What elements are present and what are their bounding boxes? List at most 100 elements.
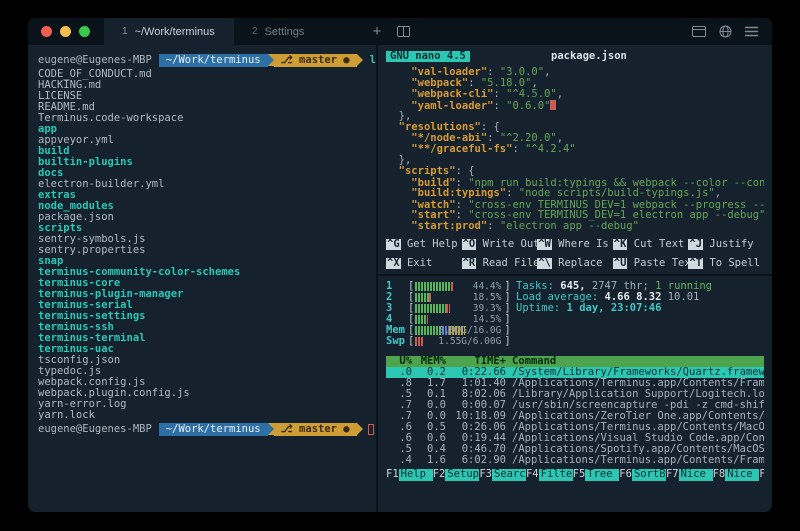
nano-line: "start:prod": "electron app --debug"	[386, 221, 764, 232]
nano-pane[interactable]: GNU nano 4.5 package.json "val-loader": …	[378, 45, 772, 276]
file-entry: package.json	[38, 212, 376, 223]
file-entry: terminus-terminal	[38, 333, 376, 344]
nano-line: "webpack-cli": "^4.5.0",	[386, 89, 764, 100]
process-row: .81.71:01.40/Applications/Terminus.app/C…	[386, 378, 764, 389]
prompt-user: eugene@Eugenes-MBP	[38, 424, 152, 435]
nano-line: "scripts": {	[386, 166, 764, 177]
file-list: CODE_OF_CONDUCT.mdHACKING.mdLICENSEREADM…	[38, 69, 376, 421]
globe-icon[interactable]	[719, 25, 732, 38]
nano-line: "build:typings": "node scripts/build-typ…	[386, 188, 764, 199]
process-row: .60.50:26.06/Applications/Terminus.app/C…	[386, 422, 764, 433]
htop-meter: Swp[1.55G/6.00G]	[386, 336, 764, 347]
file-entry: terminus-serial	[38, 300, 376, 311]
tabbar-right-icons	[692, 18, 772, 45]
nano-shortcut: ^G Get Help	[386, 239, 462, 251]
file-entry: terminus-core	[38, 278, 376, 289]
nano-shortcut: ^J Justify	[688, 239, 764, 251]
file-entry: sentry.properties	[38, 245, 376, 256]
powerline-arrow-icon	[357, 54, 363, 66]
process-row: .50.40:46.70/Applications/Spotify.app/Co…	[386, 444, 764, 455]
shell-pane[interactable]: eugene@Eugenes-MBP ~/Work/terminus ⎇ mas…	[28, 45, 376, 512]
header-mem: MEM%	[412, 356, 446, 367]
file-entry: Terminus.code-workspace	[38, 113, 376, 124]
tab-title: Settings	[265, 26, 305, 38]
prompt-git-segment: ⎇ master ●	[274, 54, 357, 67]
prompt-line: eugene@Eugenes-MBP ~/Work/terminus ⎇ mas…	[38, 422, 376, 436]
htop-meter: Mem[8.90G/16.0G]	[386, 325, 764, 336]
nano-line: },	[386, 155, 764, 166]
file-entry: terminus-community-color-schemes	[38, 267, 376, 278]
nano-header: GNU nano 4.5 package.json	[386, 50, 764, 63]
file-entry: app	[38, 124, 376, 135]
header-cpu: U%	[386, 356, 412, 367]
nano-shortcut: ^O Write Out	[462, 239, 538, 251]
nano-shortcut: ^\ Replace	[537, 258, 613, 270]
htop-fkeys: F1HelpF2SetupF3SearchF4FilterF5TreeF6Sor…	[386, 469, 764, 481]
nano-content: "val-loader": "3.0.0", "webpack": "5.18.…	[386, 67, 764, 232]
file-entry: HACKING.md	[38, 80, 376, 91]
htop-stat-line: Uptime: 1 day, 23:07:46	[516, 303, 712, 314]
file-entry: tsconfig.json	[38, 355, 376, 366]
split-pane-icon[interactable]	[390, 18, 416, 45]
file-entry: CODE_OF_CONDUCT.md	[38, 69, 376, 80]
prompt-path-segment: ~/Work/terminus	[159, 423, 268, 436]
window-frame-icon[interactable]	[692, 26, 706, 37]
nano-version-badge: GNU nano 4.5	[386, 51, 470, 62]
nano-line: "resolutions": {	[386, 122, 764, 133]
nano-line: "start": "cross-env TERMINUS_DEV=1 elect…	[386, 210, 764, 221]
nano-shortcut: ^U Paste Text	[613, 258, 689, 270]
file-entry: terminus-settings	[38, 311, 376, 322]
fkey-f1: F1Help	[386, 469, 433, 481]
file-entry: appveyor.yml	[38, 135, 376, 146]
fkey-f3: F3Search	[479, 469, 526, 481]
htop-meter: 4[14.5%]	[386, 314, 764, 325]
file-entry: yarn-error.log	[38, 399, 376, 410]
file-entry: README.md	[38, 102, 376, 113]
header-command: Command	[506, 356, 764, 367]
prompt-git-segment: ⎇ master ●	[274, 423, 357, 436]
tab-settings[interactable]: 2 Settings	[234, 18, 364, 45]
tab-bar: 1 ~/Work/terminus 2 Settings +	[28, 18, 772, 45]
new-tab-button[interactable]: +	[364, 18, 390, 45]
fkey-f7: F7Nice -	[666, 469, 713, 481]
traffic-lights	[28, 18, 104, 45]
fkey-f5: F5Tree	[573, 469, 620, 481]
nano-shortcut: ^R Read File	[462, 258, 538, 270]
pane-area: eugene@Eugenes-MBP ~/Work/terminus ⎇ mas…	[28, 45, 772, 512]
file-entry: terminus-ssh	[38, 322, 376, 333]
process-row: .70.00:00.07/usr/sbin/screencapture -pdi…	[386, 400, 764, 411]
process-row: .00.20:22.66/System/Library/Frameworks/Q…	[386, 367, 764, 378]
htop-pane[interactable]: 1[44.4%]2[18.5%]3[39.3%]4[14.5%]Mem[8.90…	[378, 276, 772, 512]
nano-line: "yaml-loader": "0.6.0"	[386, 100, 764, 111]
minimize-window-button[interactable]	[60, 26, 71, 37]
zoom-window-button[interactable]	[79, 26, 90, 37]
prompt-line: eugene@Eugenes-MBP ~/Work/terminus ⎇ mas…	[38, 53, 376, 67]
fkey-f6: F6SortBy	[619, 469, 666, 481]
file-entry: yarn.lock	[38, 410, 376, 421]
tab-index: 1	[122, 26, 128, 37]
tab-work-terminus[interactable]: 1 ~/Work/terminus	[104, 18, 234, 45]
process-row: .50.18:02.06/Library/Application Support…	[386, 389, 764, 400]
process-row: .41.66:02.90/Applications/Terminus.app/C…	[386, 455, 764, 466]
htop-meters-area: 1[44.4%]2[18.5%]3[39.3%]4[14.5%]Mem[8.90…	[386, 281, 764, 347]
htop-stat-line: Load average: 4.66 8.32 10.01	[516, 292, 712, 303]
nano-line: },	[386, 111, 764, 122]
file-entry: webpack.plugin.config.js	[38, 388, 376, 399]
nano-line: "webpack": "5.18.0",	[386, 78, 764, 89]
file-entry: electron-builder.yml	[38, 179, 376, 190]
nano-shortcuts-row1: ^G Get Help^O Write Out^W Where Is^K Cut…	[386, 239, 764, 251]
terminal-cursor	[368, 424, 374, 435]
file-entry: docs	[38, 168, 376, 179]
file-entry: LICENSE	[38, 91, 376, 102]
htop-stats: Tasks: 645, 2747 thr; 1 runningLoad aver…	[516, 281, 712, 314]
close-window-button[interactable]	[41, 26, 52, 37]
menu-icon[interactable]	[745, 26, 758, 37]
file-entry: sentry-symbols.js	[38, 234, 376, 245]
process-row: .60.60:19.44/Applications/Visual Studio …	[386, 433, 764, 444]
terminal-window: 1 ~/Work/terminus 2 Settings +	[28, 18, 772, 512]
file-entry: snap	[38, 256, 376, 267]
nano-line: "build": "npm run build:typings && webpa…	[386, 177, 764, 188]
nano-line: "watch": "cross-env TERMINUS_DEV=1 webpa…	[386, 199, 764, 210]
htop-process-list: .00.20:22.66/System/Library/Frameworks/Q…	[386, 367, 764, 466]
file-entry: terminus-plugin-manager	[38, 289, 376, 300]
